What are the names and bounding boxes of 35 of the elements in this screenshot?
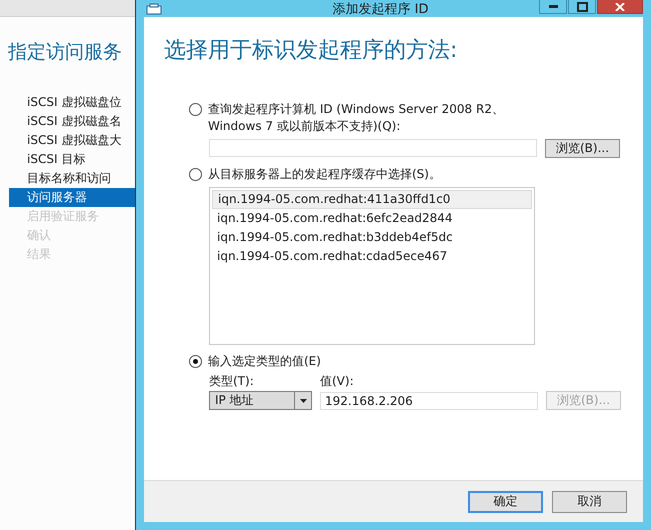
dialog-button[interactable]: 取消 [552,490,627,512]
input-field[interactable] [209,139,537,157]
close-icon [615,2,625,10]
type-label: 类型(T): [209,374,255,388]
option-label: 查询发起程序计算机 ID (Windows Server 2008 R2、Windows 7 或以前版本不支持)(Q): [208,101,505,135]
list-item[interactable]: iqn.1994-05.com.redhat:6efc2ead2844 [212,209,532,228]
value-label: 值(V): [320,374,355,388]
maximize-button[interactable] [568,0,596,14]
dialog-title: 添加发起程序 ID [332,0,430,18]
wizard-step[interactable]: 访问服务器 [9,188,135,207]
dialog-button[interactable]: 确定 [468,490,543,512]
minimize-button[interactable] [539,0,567,14]
wizard-step[interactable]: iSCSI 虚拟磁盘位 [0,93,135,112]
radio-button[interactable] [189,103,202,116]
list-item[interactable]: iqn.1994-05.com.redhat:411a30ffd1c0 [212,190,532,209]
wizard-step[interactable]: iSCSI 虚拟磁盘大 [0,131,135,150]
wizard-step[interactable]: iSCSI 虚拟磁盘名 [0,112,135,131]
radio-button[interactable] [189,168,202,181]
wizard-step[interactable]: 目标名称和访问 [0,169,135,188]
window-icon [146,2,162,14]
browse-button[interactable]: 浏览(B)... [545,139,620,158]
dialog-heading: 选择用于标识发起程序的方法: [164,37,458,65]
maximize-icon [576,2,588,12]
option-label: 从目标服务器上的发起程序缓存中选择(S)。 [208,166,441,183]
list-item[interactable]: iqn.1994-05.com.redhat:b3ddeb4ef5dc [212,228,532,247]
close-button[interactable] [597,0,643,14]
wizard-step[interactable]: iSCSI 目标 [0,150,135,169]
minimize-icon [548,5,558,8]
type-dropdown[interactable]: IP 地址 [209,391,312,410]
list-item[interactable]: iqn.1994-05.com.redhat:cdad5ece467 [212,247,532,266]
initiator-list[interactable]: iqn.1994-05.com.redhat:411a30ffd1c0 iqn.1994-05.com.redhat:6efc2ead2844 iqn.1994-05.com.redhat:b3ddeb4ef5dc iqn.1994-05.com.redhat:cdad5ece467 [209,187,535,345]
option-label: 输入选定类型的值(E) [208,353,321,370]
value-field[interactable]: 192.168.2.206 [320,392,538,410]
page-heading: 指定访问服务 [7,40,123,65]
radio-button[interactable] [189,355,202,368]
